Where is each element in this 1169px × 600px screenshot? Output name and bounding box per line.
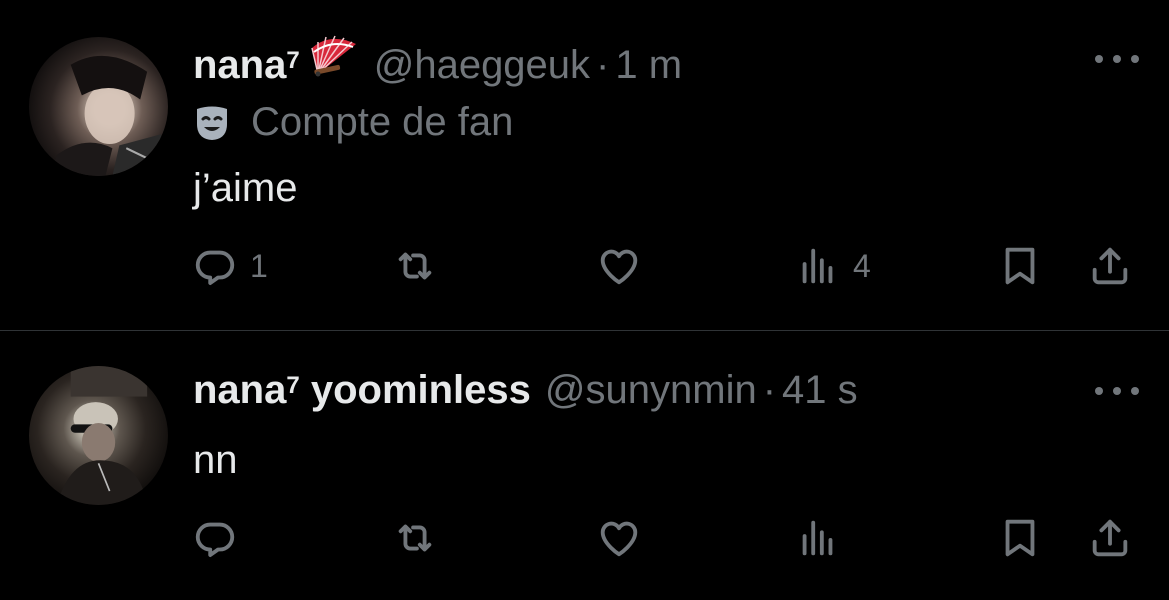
more-dot <box>1131 387 1139 395</box>
views-icon <box>802 520 833 556</box>
heart-icon <box>600 521 638 557</box>
bookmark-button[interactable] <box>997 508 1043 568</box>
bookmark-icon <box>1005 519 1035 557</box>
like-button[interactable] <box>596 508 654 568</box>
user-handle[interactable]: @sunynmin <box>545 366 757 414</box>
display-name[interactable]: nana7 yoominless <box>193 366 531 414</box>
retweet-icon <box>398 524 432 552</box>
views-button[interactable] <box>795 508 853 568</box>
reply-icon <box>195 522 235 557</box>
tweet-actions <box>0 508 1169 568</box>
separator-dot: · <box>762 368 777 412</box>
timestamp[interactable]: 41 s <box>782 366 858 414</box>
more-options-button[interactable] <box>1095 384 1139 398</box>
avatar-image <box>56 366 148 505</box>
more-dot <box>1113 387 1121 395</box>
share-button[interactable] <box>1087 508 1133 568</box>
avatar[interactable] <box>29 366 168 505</box>
tweet-header: nana7 yoominless @sunynmin · 41 s <box>193 366 858 414</box>
tweet[interactable]: nana7 yoominless @sunynmin · 41 s nn <box>0 0 1169 600</box>
reply-button[interactable] <box>192 508 250 568</box>
retweet-button[interactable] <box>392 508 450 568</box>
share-icon <box>1092 519 1128 557</box>
tweet-text: nn <box>193 438 238 482</box>
more-dot <box>1095 387 1103 395</box>
